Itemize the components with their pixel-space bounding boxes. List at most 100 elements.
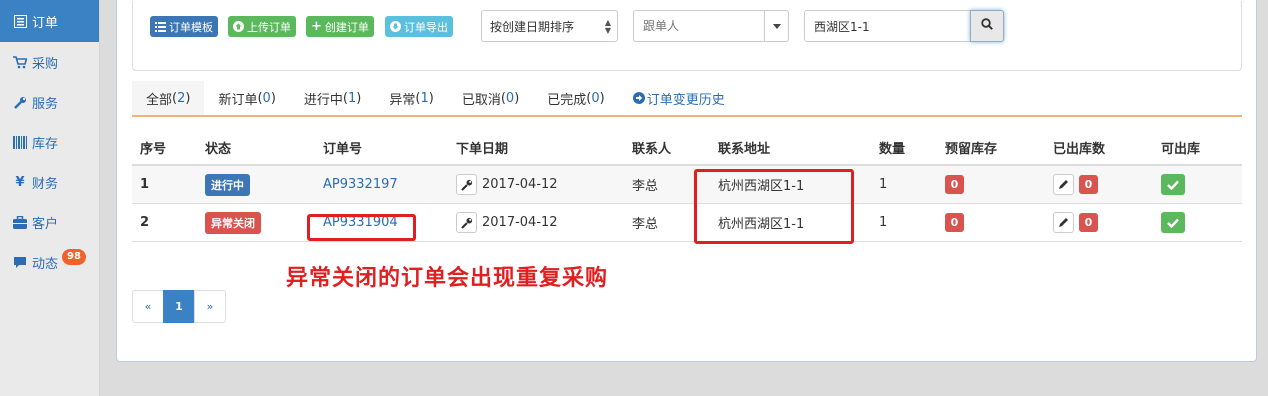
order-date: 2017-04-12 xyxy=(482,215,558,230)
follower-input[interactable] xyxy=(634,11,762,41)
notification-badge: 98 xyxy=(62,249,86,265)
sidebar-item-finance[interactable]: ¥ 财务 xyxy=(0,162,99,202)
status-cell: 异常关闭 xyxy=(205,204,261,241)
order-template-label: 订单模板 xyxy=(169,20,213,34)
tab-count: 2 xyxy=(177,90,186,106)
date-cell: 2017-04-12 xyxy=(456,204,558,241)
tab-label: 新订单 xyxy=(218,92,258,108)
date-cell: 2017-04-12 xyxy=(456,166,558,203)
tab-count: 0 xyxy=(591,90,600,106)
list-icon xyxy=(155,21,166,32)
sidebar-item-label: 动态 xyxy=(32,256,59,272)
pagination: « 1 » xyxy=(132,290,226,323)
prev-page-button[interactable]: « xyxy=(132,290,164,323)
sidebar-item-label: 服务 xyxy=(32,96,59,112)
next-page-button[interactable]: » xyxy=(194,290,226,323)
plus-icon: + xyxy=(311,19,322,34)
tab-completed[interactable]: 已完成(0) xyxy=(533,81,618,115)
page-button-current[interactable]: 1 xyxy=(163,290,195,323)
tab-cancelled[interactable]: 已取消(0) xyxy=(448,81,533,115)
tab-exception[interactable]: 异常(1) xyxy=(375,81,447,115)
sidebar-item-inventory[interactable]: 库存 xyxy=(0,122,99,162)
search-input[interactable] xyxy=(805,11,965,41)
sidebar-item-activity[interactable]: 动态 98 xyxy=(0,242,99,282)
col-header-shippable: 可出库 xyxy=(1161,142,1201,157)
list-icon xyxy=(13,14,27,28)
wrench-icon xyxy=(460,179,472,191)
sidebar-item-orders[interactable]: 订单 xyxy=(0,0,99,42)
col-header-date: 下单日期 xyxy=(456,142,509,157)
tab-in-progress[interactable]: 进行中(1) xyxy=(290,81,375,115)
reserved-badge: 0 xyxy=(945,213,964,232)
upload-order-button[interactable]: 上传订单 xyxy=(228,16,296,37)
export-order-button[interactable]: 订单导出 xyxy=(385,16,453,37)
reserved-badge: 0 xyxy=(945,175,964,194)
col-header-address: 联系地址 xyxy=(718,142,771,157)
tab-order-history[interactable]: 订单变更历史 xyxy=(619,81,739,115)
toolbar: 订单模板 上传订单 + 创建订单 订单导出 按创建日期排序 ▲ ▼ xyxy=(132,1,1242,71)
edit-date-button[interactable] xyxy=(456,174,477,195)
tab-count: 1 xyxy=(348,90,357,106)
tab-label: 已完成 xyxy=(547,92,587,108)
search-icon xyxy=(981,18,993,34)
col-header-status: 状态 xyxy=(205,142,232,157)
order-no-link[interactable]: AP9332197 xyxy=(323,177,398,192)
qty-cell: 1 xyxy=(879,215,888,230)
pencil-icon xyxy=(1059,218,1068,227)
chevron-down-icon[interactable] xyxy=(764,11,788,41)
sidebar-item-label: 财务 xyxy=(32,176,59,192)
row-index: 2 xyxy=(140,215,150,230)
cart-icon xyxy=(13,55,27,69)
select-arrows-icon: ▲ ▼ xyxy=(604,18,611,35)
col-header-contact: 联系人 xyxy=(632,142,672,157)
annotation-box-address xyxy=(694,169,854,244)
reserved-cell: 0 xyxy=(945,166,964,203)
annotation-note: 异常关闭的订单会出现重复采购 xyxy=(286,266,609,291)
orders-table: 序号 状态 订单号 下单日期 联系人 联系地址 数量 预留库存 已出库数 可出库… xyxy=(132,131,1242,242)
wrench-icon xyxy=(13,95,27,109)
sidebar-item-purchase[interactable]: 采购 xyxy=(0,42,99,82)
tab-count: 0 xyxy=(505,90,515,106)
shipped-cell: 0 xyxy=(1053,166,1098,203)
briefcase-icon xyxy=(13,215,27,229)
create-order-button[interactable]: + 创建订单 xyxy=(306,16,374,37)
pencil-icon xyxy=(1059,180,1068,189)
edit-date-button[interactable] xyxy=(456,212,477,233)
sidebar-item-label: 采购 xyxy=(32,56,59,72)
tab-new[interactable]: 新订单(0) xyxy=(204,81,289,115)
sort-select[interactable]: 按创建日期排序 ▲ ▼ xyxy=(481,10,618,42)
wrench-icon xyxy=(460,217,472,229)
shippable-cell xyxy=(1161,204,1185,241)
follower-combobox[interactable] xyxy=(633,10,789,42)
sidebar-item-customers[interactable]: 客户 xyxy=(0,202,99,242)
annotation-box-order-no xyxy=(307,214,416,241)
col-header-shipped: 已出库数 xyxy=(1053,142,1106,157)
tab-all[interactable]: 全部(2) xyxy=(132,81,205,115)
col-header-index: 序号 xyxy=(140,142,167,157)
search-button[interactable] xyxy=(970,10,1004,42)
sidebar-item-label: 订单 xyxy=(32,15,59,31)
sort-select-value: 按创建日期排序 xyxy=(490,19,575,34)
search-field[interactable] xyxy=(804,10,971,42)
create-order-label: 创建订单 xyxy=(324,20,369,34)
yen-icon: ¥ xyxy=(15,174,25,190)
status-badge: 进行中 xyxy=(205,173,250,196)
edit-shipped-button[interactable] xyxy=(1053,212,1074,233)
contact-cell: 李总 xyxy=(632,179,659,194)
status-cell: 进行中 xyxy=(205,166,250,203)
edit-shipped-button[interactable] xyxy=(1053,174,1074,195)
ship-button[interactable] xyxy=(1161,174,1185,195)
main-panel: 订单模板 上传订单 + 创建订单 订单导出 按创建日期排序 ▲ ▼ 跟单人 西湖… xyxy=(116,0,1257,362)
ship-button[interactable] xyxy=(1161,212,1185,233)
order-template-button[interactable]: 订单模板 xyxy=(150,16,218,37)
tab-label: 已取消 xyxy=(461,92,501,108)
order-date: 2017-04-12 xyxy=(482,177,558,192)
sidebar-item-service[interactable]: 服务 xyxy=(0,82,99,122)
tab-label: 异常 xyxy=(389,92,416,108)
tab-label: 进行中 xyxy=(303,92,343,108)
shipped-cell: 0 xyxy=(1053,204,1098,241)
upload-order-label: 上传订单 xyxy=(247,20,291,34)
reserved-cell: 0 xyxy=(945,204,964,241)
check-icon xyxy=(1167,180,1179,190)
shipped-badge: 0 xyxy=(1079,213,1098,232)
